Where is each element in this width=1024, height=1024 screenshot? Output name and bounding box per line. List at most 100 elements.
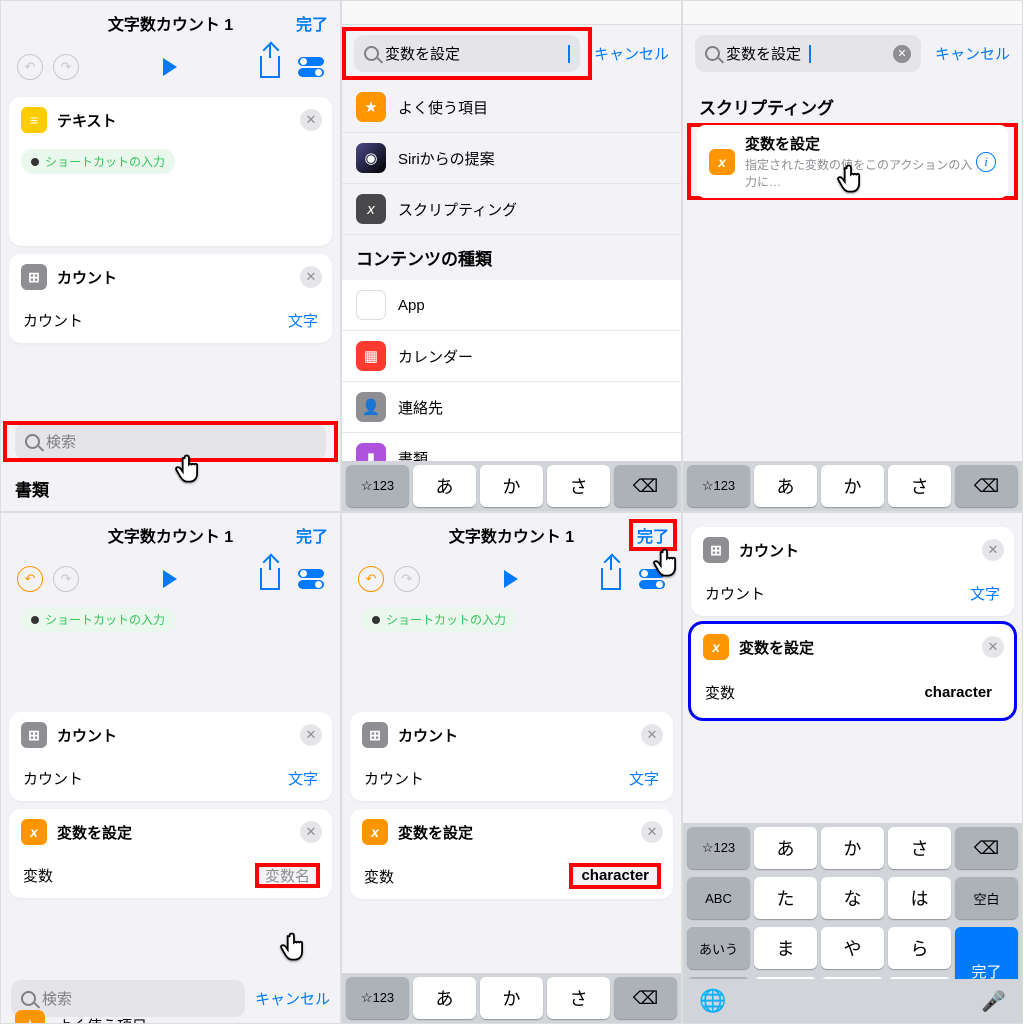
pane-5: 文字数カウント 1 完了 ↶↷ ショートカットの入力 ⊞カウント✕ カウント文字… <box>341 512 682 1024</box>
search-input[interactable]: 検索 <box>15 423 326 460</box>
redo-icon[interactable]: ↷ <box>53 54 79 80</box>
settings-icon[interactable] <box>298 57 324 77</box>
settings-icon[interactable] <box>639 569 665 589</box>
key-num[interactable]: ☆123 <box>687 465 750 507</box>
close-icon[interactable]: ✕ <box>641 724 663 746</box>
key-aiu[interactable]: あいう <box>687 927 750 969</box>
key-del[interactable]: ⌫ <box>955 465 1018 507</box>
close-icon[interactable]: ✕ <box>300 821 322 843</box>
key-num[interactable]: ☆123 <box>346 465 409 507</box>
redo-icon[interactable]: ↷ <box>53 566 79 592</box>
count-block[interactable]: ⊞カウント✕ カウント文字 <box>9 254 332 343</box>
settings-icon[interactable] <box>298 569 324 589</box>
search-input[interactable]: 変数を設定✕ <box>695 35 921 72</box>
key-del[interactable]: ⌫ <box>614 465 677 507</box>
keyboard[interactable]: ☆123あかさ⌫ <box>683 461 1022 511</box>
title: 文字数カウント 1 <box>108 11 233 35</box>
contacts-item[interactable]: 👤連絡先 <box>342 382 681 433</box>
count-icon: ⊞ <box>703 537 729 563</box>
key-ya[interactable]: や <box>821 927 884 969</box>
key-del[interactable]: ⌫ <box>955 827 1018 869</box>
close-icon[interactable]: ✕ <box>982 539 1004 561</box>
app-item[interactable]: App <box>342 280 681 331</box>
favorites-item[interactable]: ★よく使う項目 <box>1 1000 340 1024</box>
undo-icon[interactable]: ↶ <box>358 566 384 592</box>
count-icon: ⊞ <box>21 264 47 290</box>
done-button[interactable]: 完了 <box>296 11 328 35</box>
siri-item[interactable]: ◉Siriからの提案 <box>342 133 681 184</box>
info-icon[interactable]: i <box>976 152 996 172</box>
play-button[interactable] <box>504 570 518 588</box>
key-ka[interactable]: か <box>480 465 543 507</box>
key-ka[interactable]: か <box>821 465 884 507</box>
setvar-block[interactable]: x変数を設定✕ 変数 character <box>691 624 1014 718</box>
key-space[interactable]: 空白 <box>955 877 1018 919</box>
count-block[interactable]: ⊞カウント✕ カウント文字 <box>350 712 673 801</box>
pane-1: 文字数カウント 1 完了 ↶ ↷ ≡ テキスト ✕ ショートカットの入力 ⊞カウント✕… <box>0 0 341 512</box>
key-ha[interactable]: は <box>888 877 951 919</box>
undo-icon[interactable]: ↶ <box>17 54 43 80</box>
clear-icon[interactable]: ✕ <box>893 45 911 63</box>
text-block[interactable]: ≡ テキスト ✕ ショートカットの入力 <box>9 97 332 246</box>
key-a[interactable]: あ <box>754 465 817 507</box>
play-button[interactable] <box>163 570 177 588</box>
key-num[interactable]: ☆123 <box>346 977 409 1019</box>
key-a[interactable]: あ <box>413 465 476 507</box>
count-value[interactable]: 文字 <box>288 310 318 331</box>
search-input[interactable]: 変数を設定 <box>354 35 580 72</box>
key-del[interactable]: ⌫ <box>614 977 677 1019</box>
key-ma[interactable]: ま <box>754 927 817 969</box>
key-sa[interactable]: さ <box>888 827 951 869</box>
key-num[interactable]: ☆123 <box>687 827 750 869</box>
favorites-item[interactable]: ★よく使う項目 <box>342 82 681 133</box>
key-sa[interactable]: さ <box>888 465 951 507</box>
redo-icon[interactable]: ↷ <box>394 566 420 592</box>
globe-icon[interactable]: 🌐 <box>699 988 726 1014</box>
var-name-input[interactable]: character <box>573 863 657 888</box>
share-icon[interactable] <box>260 568 280 590</box>
undo-icon[interactable]: ↶ <box>17 566 43 592</box>
key-ta[interactable]: た <box>754 877 817 919</box>
var-name-input[interactable]: 変数名 <box>257 864 318 889</box>
key-ka[interactable]: か <box>480 977 543 1019</box>
play-button[interactable] <box>163 58 177 76</box>
shortcut-input-pill[interactable]: ショートカットの入力 <box>362 607 516 632</box>
mic-icon[interactable]: 🎤 <box>981 989 1006 1014</box>
cancel-button[interactable]: キャンセル <box>935 43 1010 64</box>
scripting-item[interactable]: xスクリプティング <box>342 184 681 235</box>
close-icon[interactable]: ✕ <box>641 821 663 843</box>
done-button[interactable]: 完了 <box>296 523 328 547</box>
text-label: テキスト <box>57 110 117 131</box>
key-sa[interactable]: さ <box>547 977 610 1019</box>
setvar-block[interactable]: x変数を設定✕ 変数 変数名 <box>9 809 332 898</box>
shortcut-input-pill[interactable]: ショートカットの入力 <box>21 149 175 174</box>
key-na[interactable]: な <box>821 877 884 919</box>
search-icon <box>25 434 40 449</box>
keyboard[interactable]: ☆123あかさ⌫ <box>342 461 681 511</box>
key-a[interactable]: あ <box>413 977 476 1019</box>
shortcut-input-pill[interactable]: ショートカットの入力 <box>21 607 175 632</box>
share-icon[interactable] <box>601 568 621 590</box>
setvar-block[interactable]: x変数を設定✕ 変数 character <box>350 809 673 899</box>
calendar-item[interactable]: ▦カレンダー <box>342 331 681 382</box>
key-ka[interactable]: か <box>821 827 884 869</box>
close-icon[interactable]: ✕ <box>300 109 322 131</box>
count-block[interactable]: ⊞カウント✕ カウント文字 <box>691 527 1014 616</box>
key-a[interactable]: あ <box>754 827 817 869</box>
keyboard[interactable]: ☆123あかさ⌫ <box>342 973 681 1023</box>
close-icon[interactable]: ✕ <box>982 636 1004 658</box>
cancel-button[interactable]: キャンセル <box>594 43 669 64</box>
keyboard[interactable]: ☆123あかさ⌫ ABCたなは空白 あいうまやら完了 ゛゜わ、。?! 🌐🎤 <box>683 823 1022 1023</box>
key-ra[interactable]: ら <box>888 927 951 969</box>
count-block[interactable]: ⊞カウント✕ カウント文字 <box>9 712 332 801</box>
key-sa[interactable]: さ <box>547 465 610 507</box>
done-button[interactable]: 完了 <box>637 529 669 546</box>
setvar-action[interactable]: x 変数を設定指定された変数の値をこのアクションの入力に… i <box>697 125 1008 198</box>
search-icon <box>705 46 720 61</box>
share-icon[interactable] <box>260 56 280 78</box>
text-icon: ≡ <box>21 107 47 133</box>
key-abc[interactable]: ABC <box>687 877 750 919</box>
close-icon[interactable]: ✕ <box>300 266 322 288</box>
close-icon[interactable]: ✕ <box>300 724 322 746</box>
var-name-input[interactable]: character <box>916 680 1000 706</box>
